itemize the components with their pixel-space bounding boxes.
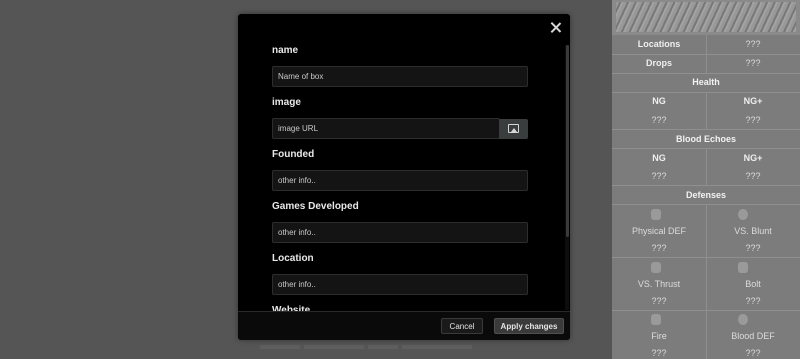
locations-label: Locations [637, 39, 681, 49]
games-developed-label: Games Developed [272, 201, 359, 212]
thrust-icon [651, 262, 661, 273]
fire-icon [651, 314, 661, 325]
founded-input[interactable] [272, 170, 528, 191]
close-icon[interactable] [548, 20, 564, 36]
drops-label: Drops [645, 58, 672, 68]
founded-label: Founded [272, 149, 315, 160]
cancel-button[interactable]: Cancel [441, 318, 483, 334]
defense-value: ??? [651, 348, 667, 358]
image-picker-button[interactable] [499, 119, 528, 139]
blunt-icon [738, 209, 748, 220]
location-label: Location [272, 253, 314, 264]
echoes-heading: Blood Echoes [675, 134, 736, 144]
locations-value: ??? [745, 39, 761, 49]
blood-icon [738, 314, 748, 325]
defense-value: ??? [651, 243, 667, 253]
health-ng-value: ??? [651, 115, 667, 125]
echoes-ngplus-value: ??? [745, 171, 761, 181]
infobox-image [612, 0, 800, 35]
defense-label: Fire [651, 331, 667, 341]
image-label: image [272, 97, 301, 108]
health-ngplus-label: NG+ [743, 96, 763, 106]
defense-label: Blood DEF [731, 331, 775, 341]
defenses-heading: Defenses [685, 190, 727, 200]
infobox-panel: Locations ??? Drops ??? Health NG NG+ ??… [612, 0, 800, 359]
image-url-input[interactable] [272, 118, 500, 139]
drops-value: ??? [745, 58, 761, 68]
defense-value: ??? [745, 348, 761, 358]
location-input[interactable] [272, 274, 528, 295]
defense-label: Bolt [745, 279, 761, 289]
defense-value: ??? [745, 243, 761, 253]
games-developed-input[interactable] [272, 222, 528, 243]
shield-icon [651, 209, 661, 220]
modal-scrollbar-thumb[interactable] [566, 45, 569, 237]
health-heading: Health [692, 77, 720, 87]
name-input[interactable] [272, 66, 528, 87]
echoes-ngplus-label: NG+ [743, 153, 763, 163]
defense-value: ??? [745, 296, 761, 306]
echoes-ng-value: ??? [651, 171, 667, 181]
defense-label: Physical DEF [631, 226, 686, 236]
apply-changes-button[interactable]: Apply changes [494, 318, 564, 334]
health-ngplus-value: ??? [745, 115, 761, 125]
defense-label: VS. Blunt [734, 226, 772, 236]
health-ng-label: NG [652, 96, 666, 106]
name-label: name [272, 45, 299, 56]
bolt-icon [738, 262, 748, 273]
defense-value: ??? [651, 296, 667, 306]
echoes-ng-label: NG [652, 153, 666, 163]
defense-label: VS. Thrust [637, 279, 681, 289]
image-icon [508, 124, 519, 133]
